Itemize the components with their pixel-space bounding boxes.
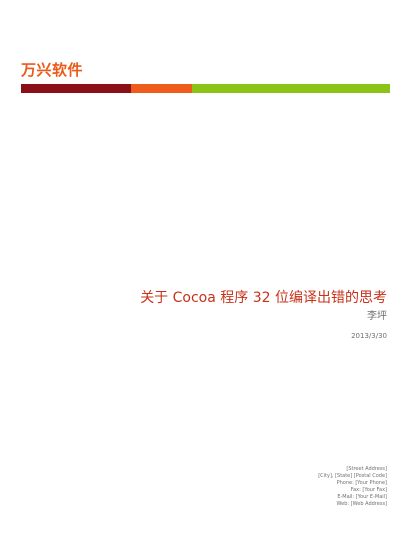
contact-fax: Fax: [Your Fax] [350, 487, 387, 493]
contact-city-state-zip: [City], [State] [Postal Code] [318, 473, 387, 479]
accent-bar-dark-red [21, 84, 131, 93]
contact-block: [Street Address] [City], [State] [Postal… [318, 466, 387, 508]
accent-color-bar [21, 84, 390, 93]
accent-bar-green [192, 84, 390, 93]
contact-web: Web: [Web Address] [336, 501, 387, 507]
document-author: 李坪 [367, 311, 387, 322]
company-name: 万兴软件 [21, 61, 84, 79]
contact-email: E-Mail: [Your E-Mail] [337, 494, 387, 500]
accent-bar-orange [131, 84, 192, 93]
document-date: 2013/3/30 [351, 332, 387, 340]
document-title: 关于 Cocoa 程序 32 位编译出错的思考 [140, 290, 387, 306]
contact-phone: Phone: [Your Phone] [336, 480, 387, 486]
contact-street: [Street Address] [346, 466, 387, 472]
